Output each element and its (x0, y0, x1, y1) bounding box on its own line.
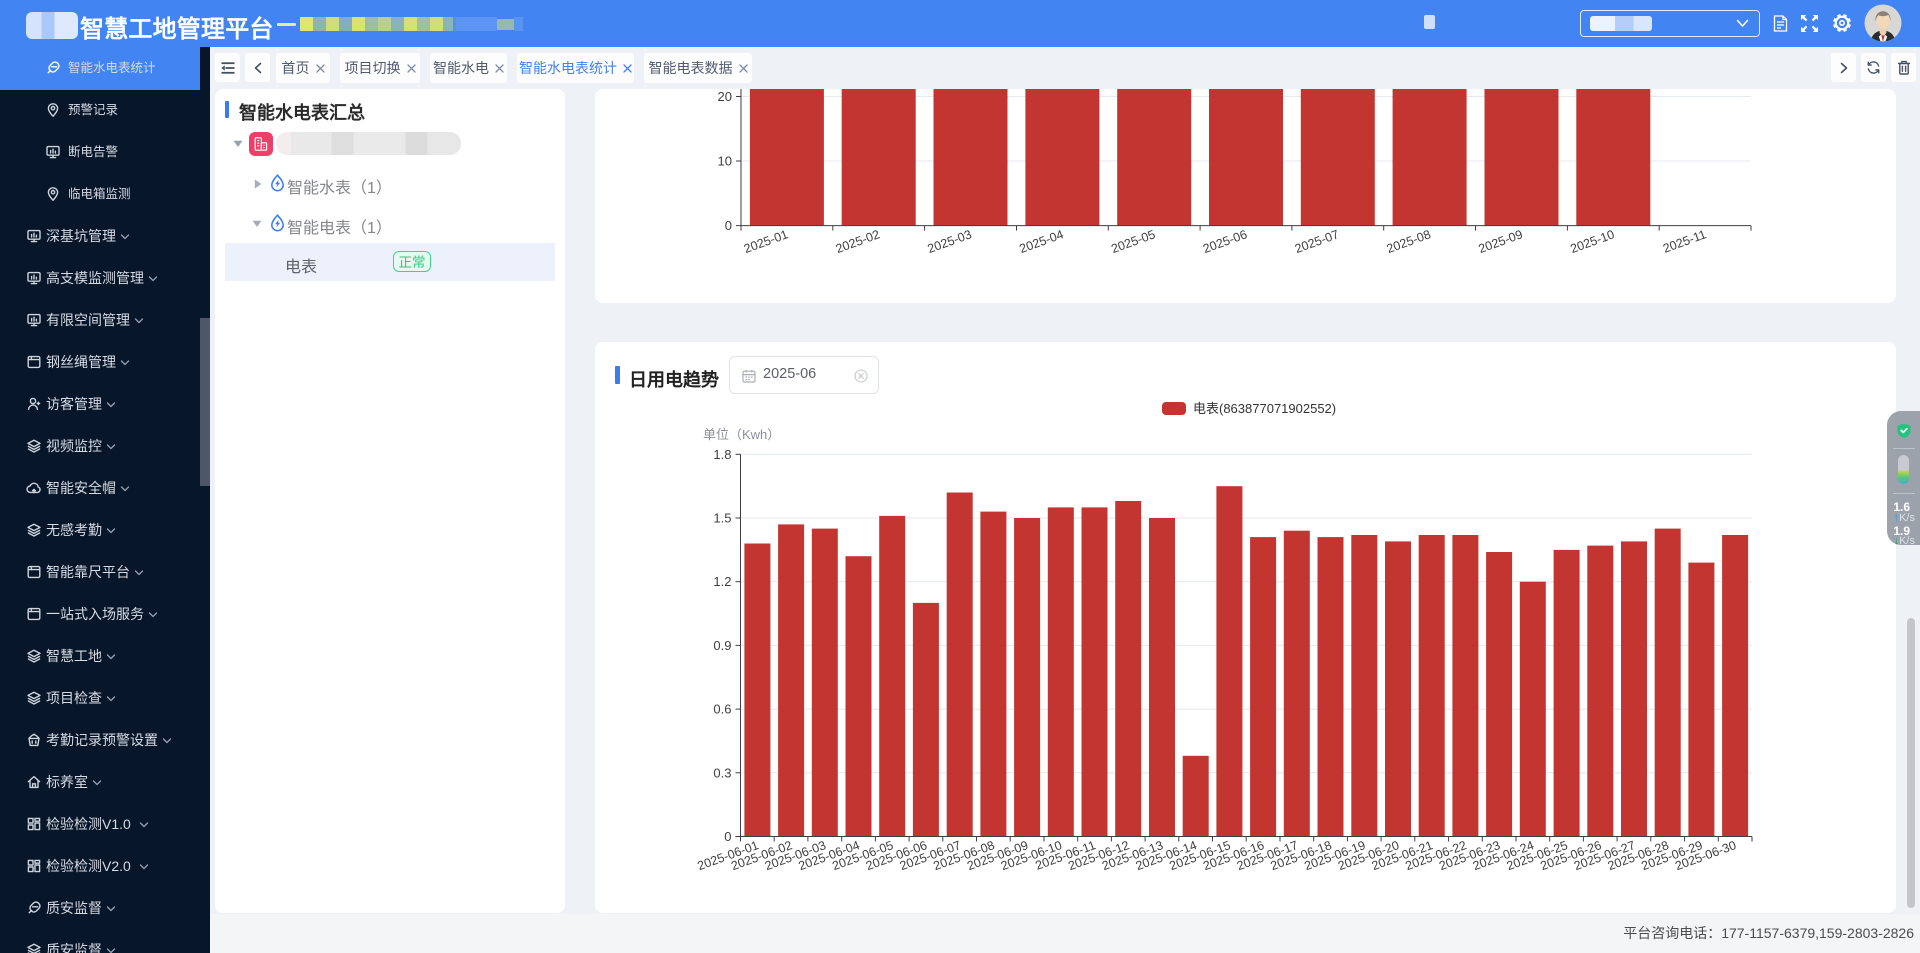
svg-text:2025-08: 2025-08 (1385, 227, 1433, 256)
svg-text:2025-10: 2025-10 (1568, 227, 1616, 256)
svg-text:0: 0 (724, 829, 731, 844)
svg-text:2025-03: 2025-03 (926, 227, 974, 256)
svg-text:2025-11: 2025-11 (1661, 227, 1708, 256)
svg-text:单位（Kwh）: 单位（Kwh） (703, 427, 780, 442)
svg-text:1.2: 1.2 (713, 574, 731, 589)
svg-text:0.3: 0.3 (713, 765, 731, 780)
svg-text:2025-01: 2025-01 (742, 227, 790, 256)
svg-text:电表(863877071902552): 电表(863877071902552) (1193, 401, 1336, 416)
svg-text:2025-02: 2025-02 (834, 227, 882, 256)
svg-text:2025-04: 2025-04 (1018, 227, 1066, 256)
svg-text:1.8: 1.8 (713, 447, 731, 462)
svg-text:0.6: 0.6 (713, 702, 731, 717)
svg-text:2025-07: 2025-07 (1293, 227, 1341, 256)
svg-text:20: 20 (718, 89, 732, 104)
svg-text:2025-05: 2025-05 (1109, 227, 1157, 256)
svg-text:0: 0 (725, 218, 732, 233)
svg-text:10: 10 (718, 154, 732, 169)
svg-text:2025-06: 2025-06 (1201, 227, 1249, 256)
svg-text:0.9: 0.9 (713, 638, 731, 653)
svg-text:1.5: 1.5 (713, 511, 731, 526)
svg-text:2025-09: 2025-09 (1477, 227, 1525, 256)
